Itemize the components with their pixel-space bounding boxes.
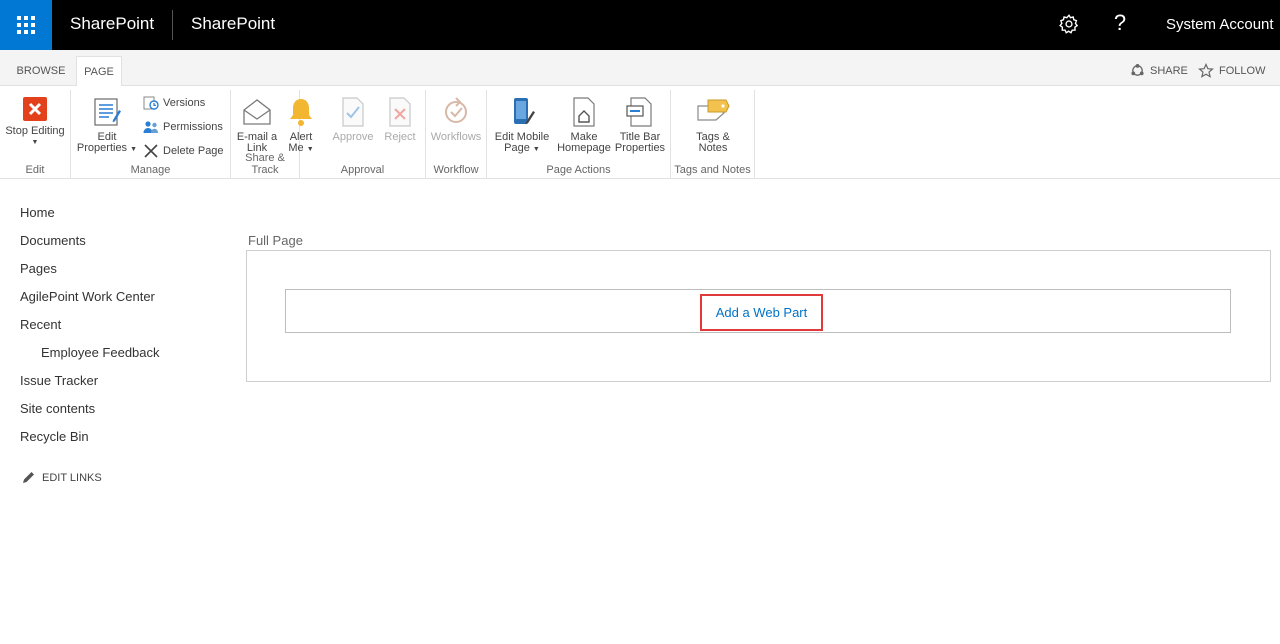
tag-icon (697, 99, 730, 121)
nav-item-site-contents[interactable]: Site contents (20, 401, 95, 416)
workflows-button[interactable]: Workflows (428, 96, 484, 143)
follow-button[interactable]: FOLLOW (1198, 63, 1265, 79)
nav-item-agilepoint-work-center[interactable]: AgilePoint Work Center (20, 289, 155, 304)
permissions-label: Permissions (163, 121, 223, 133)
ribbon-group-tags-notes: Tags & Notes Tags and Notes (671, 90, 755, 178)
share-label: SHARE (1150, 64, 1188, 77)
edit-mobile-page-button[interactable]: Edit Mobile Page ▼ (491, 96, 553, 155)
star-icon (1198, 63, 1214, 78)
chevron-down-icon: ▼ (31, 139, 39, 146)
approve-icon (342, 97, 364, 127)
group-label-workflow: Workflow (433, 164, 479, 176)
share-icon (1131, 63, 1144, 76)
delete-icon (144, 144, 158, 158)
edit-mobile-label-line2: Page (504, 142, 530, 154)
pencil-icon (23, 472, 34, 483)
permissions-icon (143, 121, 158, 133)
account-menu[interactable]: System Account (1166, 16, 1274, 33)
ribbon: Stop Editing ▼ Edit Edit Properties ▼ Ve… (0, 86, 1280, 179)
nav-item-issue-tracker[interactable]: Issue Tracker (20, 373, 98, 388)
reject-button[interactable]: Reject (380, 96, 420, 143)
divider (172, 10, 173, 40)
ribbon-group-approval: Approve Reject Approval (300, 90, 426, 178)
chevron-down-icon: ▼ (532, 146, 540, 153)
nav-item-pages[interactable]: Pages (20, 261, 57, 276)
chevron-down-icon: ▼ (130, 146, 138, 153)
versions-label: Versions (163, 97, 206, 109)
nav-item-employee-feedback[interactable]: Employee Feedback (41, 345, 160, 360)
edit-properties-icon (94, 98, 121, 126)
stop-editing-icon (23, 97, 47, 121)
ribbon-group-workflow: Workflows Workflow (426, 90, 487, 178)
edit-properties-label-line2: Properties (76, 142, 128, 154)
make-homepage-button[interactable]: Make Homepage (555, 96, 613, 154)
ribbon-group-edit: Stop Editing ▼ Edit (0, 90, 71, 178)
help-button[interactable]: ? (1112, 10, 1128, 36)
delete-page-button[interactable]: Delete Page (143, 143, 224, 159)
title-bar-label-line2: Properties (614, 142, 666, 154)
approve-button[interactable]: Approve (330, 96, 376, 143)
app-launcher-button[interactable] (0, 0, 52, 50)
group-label-tags-notes: Tags and Notes (674, 164, 751, 176)
approve-label: Approve (332, 131, 374, 143)
suite-bar: SharePoint SharePoint ? System Account (0, 0, 1280, 50)
edit-links-label: EDIT LINKS (42, 471, 102, 484)
reject-label: Reject (384, 131, 416, 143)
tags-notes-label-line2: Notes (698, 142, 728, 154)
group-label-share-track: Share & Track (245, 152, 285, 176)
workflows-label: Workflows (430, 131, 482, 143)
gear-icon (1059, 14, 1079, 34)
ribbon-group-manage: Edit Properties ▼ Versions Permissions D… (71, 90, 231, 178)
stop-editing-button[interactable]: Stop Editing ▼ (4, 96, 66, 148)
group-label-page-actions: Page Actions (546, 164, 611, 176)
edit-properties-button[interactable]: Edit Properties ▼ (75, 96, 139, 155)
brand-link[interactable]: SharePoint (70, 14, 154, 34)
nav-item-home[interactable]: Home (20, 205, 55, 220)
ribbon-group-share-track: E-mail a Link Alert Me ▼ Share & Track (231, 90, 314, 178)
title-bar-properties-icon (626, 97, 652, 127)
group-label-edit: Edit (25, 164, 45, 176)
tags-notes-button[interactable]: Tags & Notes (689, 96, 737, 154)
share-button[interactable]: SHARE (1130, 63, 1188, 78)
nav-item-recent[interactable]: Recent (20, 317, 61, 332)
add-web-part-link[interactable]: Add a Web Part (700, 294, 823, 331)
title-bar-properties-button[interactable]: Title Bar Properties (613, 96, 667, 154)
permissions-button[interactable]: Permissions (143, 119, 223, 135)
edit-links-button[interactable]: EDIT LINKS (22, 471, 102, 484)
stop-editing-label: Stop Editing (5, 125, 65, 137)
nav-item-recycle-bin[interactable]: Recycle Bin (20, 429, 89, 444)
follow-label: FOLLOW (1219, 65, 1266, 77)
envelope-icon (243, 99, 271, 125)
versions-icon (143, 96, 159, 110)
workflows-icon (445, 97, 467, 123)
waffle-icon (17, 16, 35, 34)
ribbon-tab-row: BROWSE PAGE (0, 50, 1280, 87)
reject-icon (389, 97, 411, 127)
site-title-link[interactable]: SharePoint (191, 14, 275, 34)
delete-page-label: Delete Page (163, 145, 224, 157)
web-part-zone-title: Full Page (248, 233, 303, 248)
make-homepage-label-line2: Homepage (557, 142, 611, 154)
versions-button[interactable]: Versions (143, 95, 205, 111)
tab-page[interactable]: PAGE (76, 56, 122, 87)
email-link-button[interactable]: E-mail a Link (234, 96, 280, 154)
mobile-edit-icon (514, 98, 535, 125)
group-label-manage: Manage (130, 164, 171, 176)
nav-item-documents[interactable]: Documents (20, 233, 86, 248)
settings-button[interactable] (1058, 13, 1080, 35)
ribbon-group-page-actions: Edit Mobile Page ▼ Make Homepage Title B… (487, 90, 671, 178)
homepage-icon (573, 97, 595, 127)
tab-browse[interactable]: BROWSE (12, 56, 70, 86)
group-label-approval: Approval (340, 164, 385, 176)
